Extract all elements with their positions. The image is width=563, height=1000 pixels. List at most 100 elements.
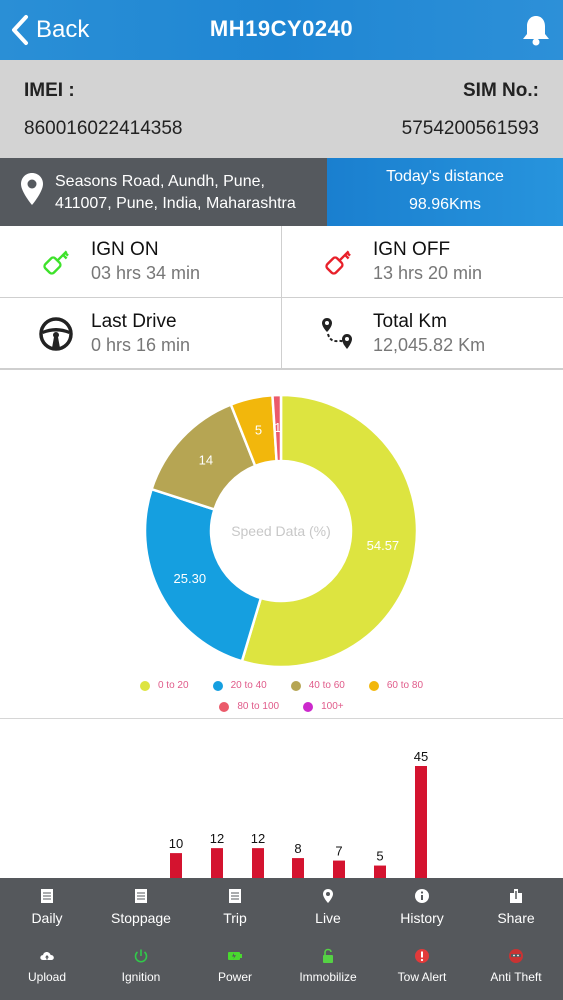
bar <box>292 858 304 878</box>
bar-value-label: 12 <box>251 831 265 846</box>
bar-value-label: 7 <box>335 844 342 859</box>
nav-anti-theft[interactable]: Anti Theft <box>469 948 563 984</box>
bar <box>415 766 427 878</box>
nav-immobilize[interactable]: Immobilize <box>281 948 375 984</box>
page-title: MH19CY0240 <box>209 16 354 41</box>
thief-icon <box>509 949 523 963</box>
bar-value-label: 45 <box>414 749 428 764</box>
app-header: Back MH19CY0240 <box>0 0 563 60</box>
total-km-value: 12,045.82 Km <box>373 335 486 355</box>
stat-ign-off: IGN OFF 13 hrs 20 min <box>282 226 563 298</box>
slice-label: 14 <box>199 453 213 468</box>
legend-item[interactable]: 0 to 20 <box>139 680 189 691</box>
chart-center-title: Speed Data (%) <box>231 523 331 539</box>
slice-label: 54.57 <box>367 538 400 553</box>
bottom-nav: Daily Stoppage Trip Live History Share U… <box>0 878 563 1000</box>
imei-label: IMEI : <box>24 80 75 101</box>
route-icon <box>322 318 352 349</box>
sim-value: 5754200561593 <box>401 118 539 139</box>
cloud-upload-icon <box>40 951 54 960</box>
legend-item[interactable]: 60 to 80 <box>368 680 424 691</box>
ign-off-label: IGN OFF <box>373 239 451 260</box>
legend-swatch <box>219 701 230 712</box>
legend-label: 20 to 40 <box>230 680 267 691</box>
nav-ignition[interactable]: Ignition <box>94 948 188 984</box>
bar <box>252 848 264 878</box>
address-text: Seasons Road, Aundh, Pune, 411007, Pune,… <box>55 171 325 215</box>
section-divider <box>0 718 563 719</box>
legend-label: 80 to 100 <box>237 701 280 712</box>
document-icon <box>135 889 147 903</box>
speed-donut-chart: 54.57 25.30 14 5 1 Speed Data (%) 0 to 20 20 t… <box>0 372 563 718</box>
info-icon <box>415 889 429 903</box>
nav-trip[interactable]: Trip <box>188 888 282 926</box>
chart-legend: 0 to 20 20 to 40 40 to 60 60 to 80 80 to 100… <box>0 680 563 722</box>
nav-tow-alert[interactable]: Tow Alert <box>375 948 469 984</box>
location-pin-icon <box>21 173 43 205</box>
steering-wheel-icon <box>39 317 73 351</box>
nav-stoppage[interactable]: Stoppage <box>94 888 188 926</box>
sim-label: SIM No.: <box>463 80 539 101</box>
key-icon <box>43 250 69 275</box>
bar <box>170 853 182 878</box>
nav-history[interactable]: History <box>375 888 469 926</box>
slice-label: 25.30 <box>174 571 207 586</box>
slice-label: 1 <box>274 420 281 435</box>
battery-icon <box>228 952 242 960</box>
bar-value-label: 10 <box>169 836 183 851</box>
nav-label: Trip <box>223 910 247 926</box>
legend-label: 60 to 80 <box>386 680 424 691</box>
total-km-label: Total Km <box>373 311 447 332</box>
bar-value-label: 5 <box>376 849 383 864</box>
nav-share[interactable]: Share <box>469 888 563 926</box>
legend-swatch <box>303 701 314 712</box>
legend-row: 80 to 100 100+ <box>0 701 563 712</box>
ign-off-value: 13 hrs 20 min <box>373 263 483 283</box>
distance-panel: Today's distance 98.96Kms <box>327 158 563 226</box>
nav-upload[interactable]: Upload <box>0 948 94 984</box>
nav-label: Live <box>315 910 341 926</box>
imei-value: 860016022414358 <box>24 118 183 139</box>
distance-value: 98.96Kms <box>408 196 482 213</box>
legend-row: 0 to 20 20 to 40 40 to 60 60 to 80 <box>0 680 563 691</box>
legend-label: 0 to 20 <box>157 680 189 691</box>
legend-swatch <box>368 680 379 691</box>
legend-item[interactable]: 80 to 100 <box>219 701 279 712</box>
address-panel: Seasons Road, Aundh, Pune, 411007, Pune,… <box>0 158 327 226</box>
nav-label: Immobilize <box>299 970 357 984</box>
stats-grid: IGN ON 03 hrs 34 min IGN OFF 13 hrs 20 m… <box>0 226 563 370</box>
alert-icon <box>415 949 429 963</box>
nav-label: Upload <box>27 970 67 984</box>
nav-label: Daily <box>31 910 63 926</box>
share-icon <box>510 889 522 903</box>
donut-svg: 54.57 25.30 14 5 1 Speed Data (%) <box>143 393 419 669</box>
ign-on-value: 03 hrs 34 min <box>91 263 201 283</box>
document-icon <box>41 889 53 903</box>
legend-item[interactable]: 20 to 40 <box>212 680 267 691</box>
nav-power[interactable]: Power <box>188 948 282 984</box>
address-line-2: 411007, Pune, India, Maharashtra <box>55 195 296 212</box>
bar <box>374 865 386 878</box>
last-drive-value: 0 hrs 16 min <box>91 335 191 355</box>
nav-label: History <box>400 910 444 926</box>
legend-item[interactable]: 100+ <box>303 701 344 712</box>
legend-swatch <box>290 680 301 691</box>
bar <box>211 848 223 878</box>
legend-item[interactable]: 40 to 60 <box>290 680 345 691</box>
nav-daily[interactable]: Daily <box>0 888 94 926</box>
key-icon <box>325 250 351 275</box>
nav-label: Share <box>497 910 535 926</box>
device-info-band: IMEI : 860016022414358 SIM No.: 57542005… <box>0 60 563 158</box>
stat-last-drive: Last Drive 0 hrs 16 min <box>0 298 281 370</box>
unlock-icon <box>323 948 333 963</box>
nav-label: Stoppage <box>111 910 171 926</box>
nav-label: Anti Theft <box>490 970 542 984</box>
legend-label: 100+ <box>321 701 344 712</box>
bell-icon[interactable] <box>521 14 551 46</box>
stat-total-km: Total Km 12,045.82 Km <box>282 298 563 370</box>
address-line-1: Seasons Road, Aundh, Pune, <box>55 173 265 190</box>
stat-ign-on: IGN ON 03 hrs 34 min <box>0 226 281 298</box>
legend-swatch <box>212 680 223 691</box>
nav-live[interactable]: Live <box>281 888 375 926</box>
bar-value-label: 12 <box>210 831 224 846</box>
